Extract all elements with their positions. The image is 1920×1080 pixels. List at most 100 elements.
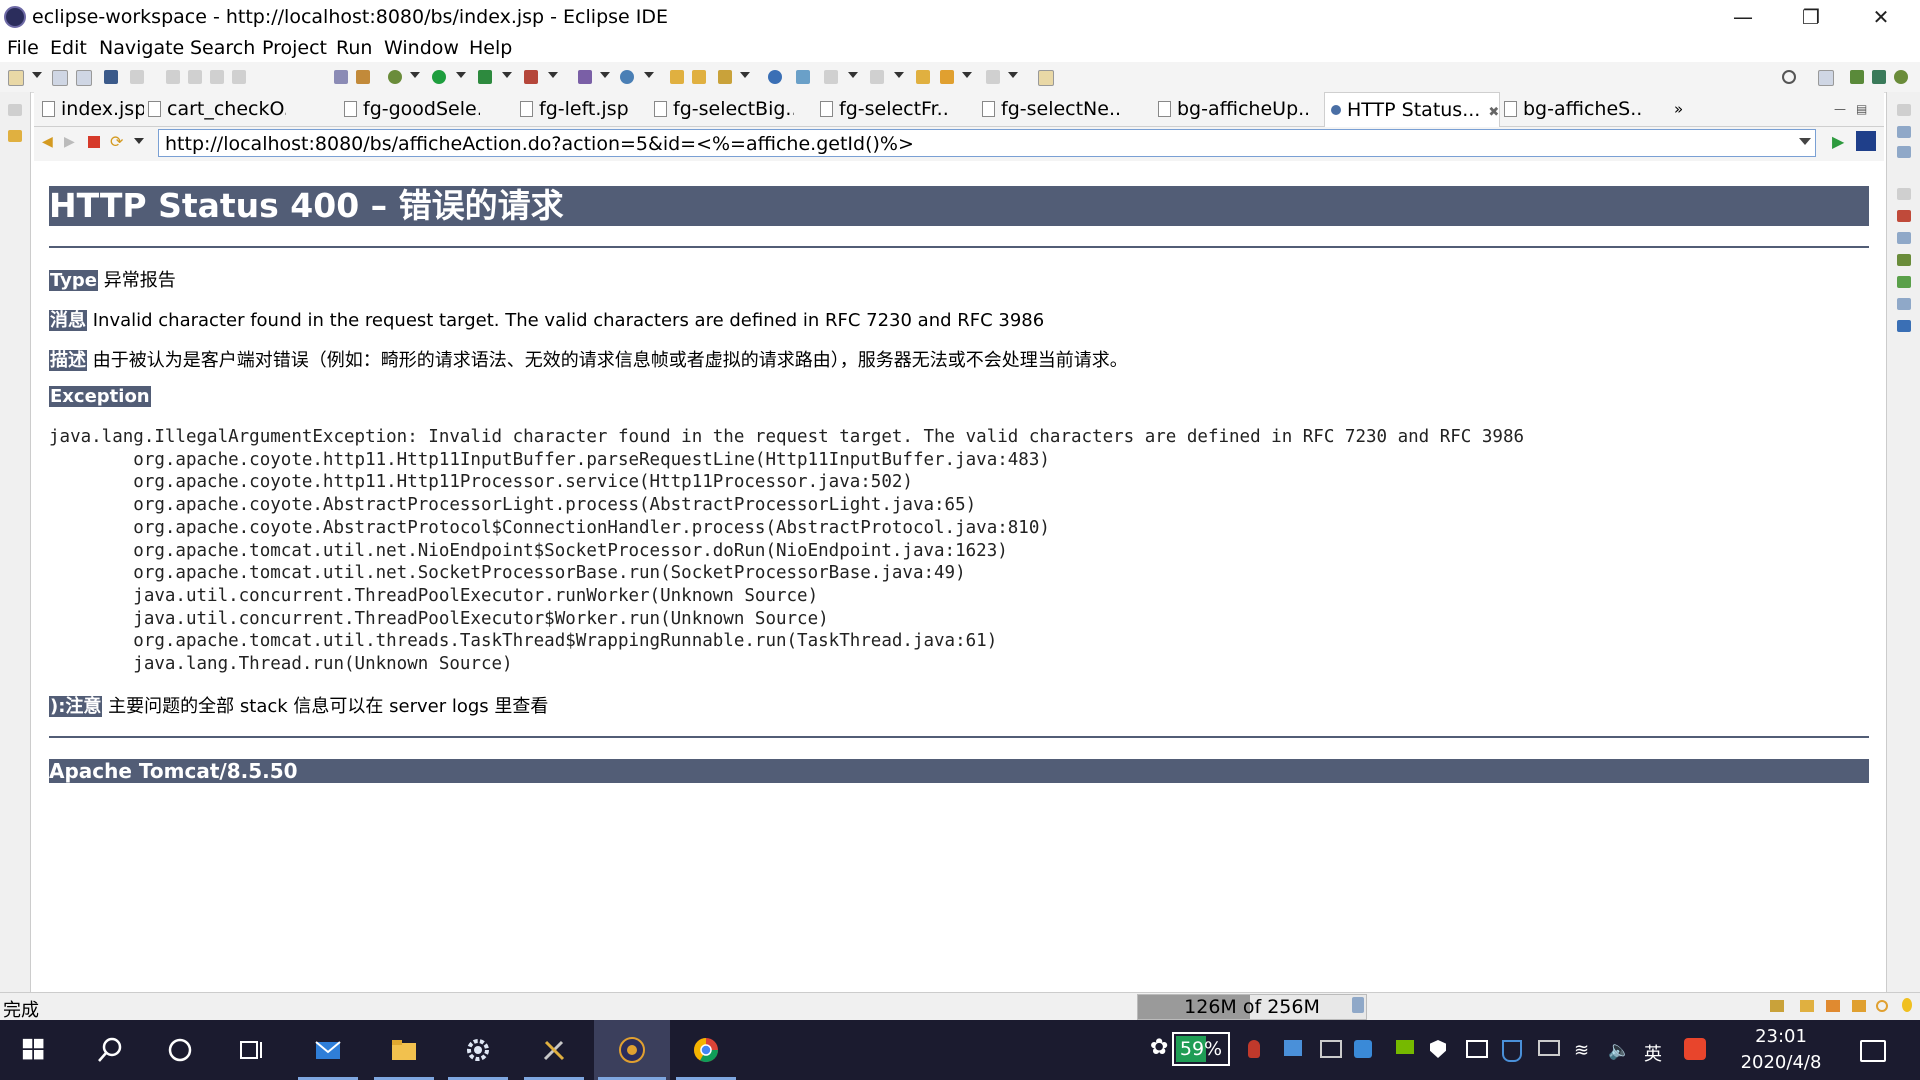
open-task-icon[interactable] bbox=[692, 70, 706, 84]
last-edit-icon[interactable] bbox=[916, 70, 930, 84]
nvidia-icon[interactable] bbox=[1396, 1040, 1414, 1054]
new-dropdown-arrow[interactable] bbox=[32, 72, 42, 78]
forward-dropdown-arrow[interactable] bbox=[1008, 72, 1018, 78]
tab-cart-checkout[interactable]: cart_checkO... bbox=[148, 92, 286, 126]
go-icon[interactable]: ▶ bbox=[1832, 132, 1844, 151]
back-arrow-icon[interactable]: ◀ bbox=[42, 134, 53, 150]
task-view-icon[interactable] bbox=[218, 1020, 286, 1080]
tab-fg-left[interactable]: fg-left.jsp bbox=[520, 92, 630, 126]
suspend-icon[interactable] bbox=[188, 70, 202, 84]
servers-icon[interactable] bbox=[1897, 254, 1911, 266]
mail-app-icon[interactable] bbox=[294, 1020, 362, 1080]
search-toolbar-icon[interactable] bbox=[718, 70, 732, 84]
new-class-icon[interactable] bbox=[620, 70, 634, 84]
stop-icon[interactable] bbox=[88, 136, 100, 148]
url-input[interactable]: http://localhost:8080/bs/afficheAction.d… bbox=[158, 129, 1816, 157]
data-source-icon[interactable] bbox=[1897, 276, 1911, 288]
network-user-icon[interactable] bbox=[1284, 1040, 1302, 1056]
tab-overflow-chevron-icon[interactable]: » bbox=[1674, 92, 1704, 126]
restore-icon[interactable] bbox=[1897, 104, 1911, 116]
run-dropdown-arrow[interactable] bbox=[456, 72, 466, 78]
open-external-browser-icon[interactable] bbox=[1856, 131, 1876, 151]
new-server-dropdown-arrow[interactable] bbox=[600, 72, 610, 78]
settings-gear-icon[interactable] bbox=[444, 1020, 512, 1080]
pin-editor-icon[interactable] bbox=[1038, 70, 1054, 86]
back-icon[interactable] bbox=[940, 70, 954, 84]
prev-annotation-dropdown-arrow[interactable] bbox=[894, 72, 904, 78]
open-perspective-icon[interactable] bbox=[1818, 70, 1834, 86]
browser-tray-icon[interactable] bbox=[1354, 1040, 1372, 1058]
save-all-icon[interactable] bbox=[76, 70, 92, 86]
file-explorer-icon[interactable] bbox=[370, 1020, 438, 1080]
maximize-editor-icon[interactable]: ▤ bbox=[1856, 92, 1876, 126]
java-perspective-icon[interactable] bbox=[1872, 70, 1886, 84]
skip-breakpoints-icon[interactable] bbox=[130, 70, 144, 84]
package-explorer-icon[interactable] bbox=[8, 130, 22, 142]
coverage-icon[interactable] bbox=[478, 70, 492, 84]
power-icon[interactable] bbox=[1538, 1040, 1560, 1056]
menu-help[interactable]: Help bbox=[469, 37, 512, 59]
terminate-icon[interactable] bbox=[210, 70, 224, 84]
toggle-icon[interactable] bbox=[356, 70, 370, 84]
tab-fg-selectbig[interactable]: fg-selectBig... bbox=[654, 92, 794, 126]
sogou-input-icon[interactable] bbox=[1684, 1038, 1706, 1060]
minimize-editor-icon[interactable]: — bbox=[1834, 92, 1854, 126]
resume-icon[interactable] bbox=[166, 70, 180, 84]
forward-arrow-icon[interactable]: ▶ bbox=[64, 134, 75, 150]
menu-search[interactable]: Search bbox=[190, 37, 255, 59]
defender-icon[interactable] bbox=[1502, 1040, 1522, 1062]
tab-bg-affiches[interactable]: bg-afficheS... bbox=[1504, 92, 1644, 126]
menu-run[interactable]: Run bbox=[336, 37, 372, 59]
notification-center-icon[interactable] bbox=[1860, 1040, 1886, 1062]
external-tools-dropdown-arrow[interactable] bbox=[548, 72, 558, 78]
windows-start-icon[interactable] bbox=[0, 1020, 68, 1080]
debug-perspective-icon[interactable] bbox=[1894, 70, 1908, 84]
restore-icon[interactable] bbox=[8, 104, 22, 116]
run-icon[interactable] bbox=[432, 70, 446, 84]
security-shield-icon[interactable] bbox=[1430, 1040, 1446, 1058]
menu-window[interactable]: Window bbox=[384, 37, 459, 59]
console-view-icon[interactable] bbox=[1897, 320, 1911, 332]
properties-icon[interactable] bbox=[1897, 232, 1911, 244]
heap-status[interactable]: 126M of 256M bbox=[1137, 994, 1367, 1020]
chrome-icon[interactable] bbox=[672, 1020, 740, 1080]
eclipse-taskbar-icon[interactable] bbox=[594, 1020, 670, 1080]
outline-icon[interactable] bbox=[1897, 126, 1911, 138]
web-browser-icon[interactable] bbox=[768, 70, 782, 84]
debug-dropdown-arrow[interactable] bbox=[410, 72, 420, 78]
next-annotation-icon[interactable] bbox=[824, 70, 838, 84]
system-clock[interactable]: 23:01 2020/4/8 bbox=[1740, 1024, 1822, 1076]
minimize-button[interactable]: — bbox=[1720, 4, 1766, 30]
tab-fg-selectne[interactable]: fg-selectNe... bbox=[982, 92, 1122, 126]
quick-access-search-icon[interactable] bbox=[1782, 70, 1796, 84]
format-icon[interactable] bbox=[334, 70, 348, 84]
console-icon[interactable] bbox=[104, 70, 118, 84]
status-trim-icon[interactable] bbox=[1800, 1000, 1814, 1012]
ime-indicator[interactable]: 英 bbox=[1644, 1040, 1662, 1066]
status-trim-icon[interactable] bbox=[1852, 1000, 1866, 1012]
maximize-button[interactable]: ❐ bbox=[1788, 4, 1834, 30]
new-icon[interactable] bbox=[8, 70, 24, 86]
save-icon[interactable] bbox=[52, 70, 68, 86]
open-type-icon[interactable] bbox=[670, 70, 684, 84]
back-dropdown-arrow[interactable] bbox=[962, 72, 972, 78]
search-icon[interactable] bbox=[76, 1020, 144, 1080]
new-class-dropdown-arrow[interactable] bbox=[644, 72, 654, 78]
tab-index-jsp[interactable]: index.jsp bbox=[42, 92, 144, 126]
display-icon[interactable] bbox=[1320, 1040, 1342, 1058]
tab-bg-afficheup[interactable]: bg-afficheUp... bbox=[1158, 92, 1308, 126]
external-tools-icon[interactable] bbox=[524, 70, 538, 84]
new-server-icon[interactable] bbox=[578, 70, 592, 84]
history-dropdown-arrow[interactable] bbox=[134, 138, 144, 144]
task-list-icon[interactable] bbox=[1897, 146, 1911, 158]
tab-fg-selectfr[interactable]: fg-selectFr... bbox=[820, 92, 950, 126]
disconnect-icon[interactable] bbox=[232, 70, 246, 84]
restore-bottom-icon[interactable] bbox=[1897, 188, 1911, 200]
status-trim-icon[interactable] bbox=[1876, 1000, 1888, 1012]
menu-navigate[interactable]: Navigate bbox=[99, 37, 184, 59]
cortana-icon[interactable] bbox=[146, 1020, 214, 1080]
lightbulb-icon[interactable] bbox=[1902, 998, 1912, 1012]
url-dropdown-arrow[interactable] bbox=[1799, 138, 1811, 145]
leaf-icon[interactable]: ✿ bbox=[1150, 1035, 1168, 1060]
garbage-collect-icon[interactable] bbox=[1352, 997, 1364, 1013]
